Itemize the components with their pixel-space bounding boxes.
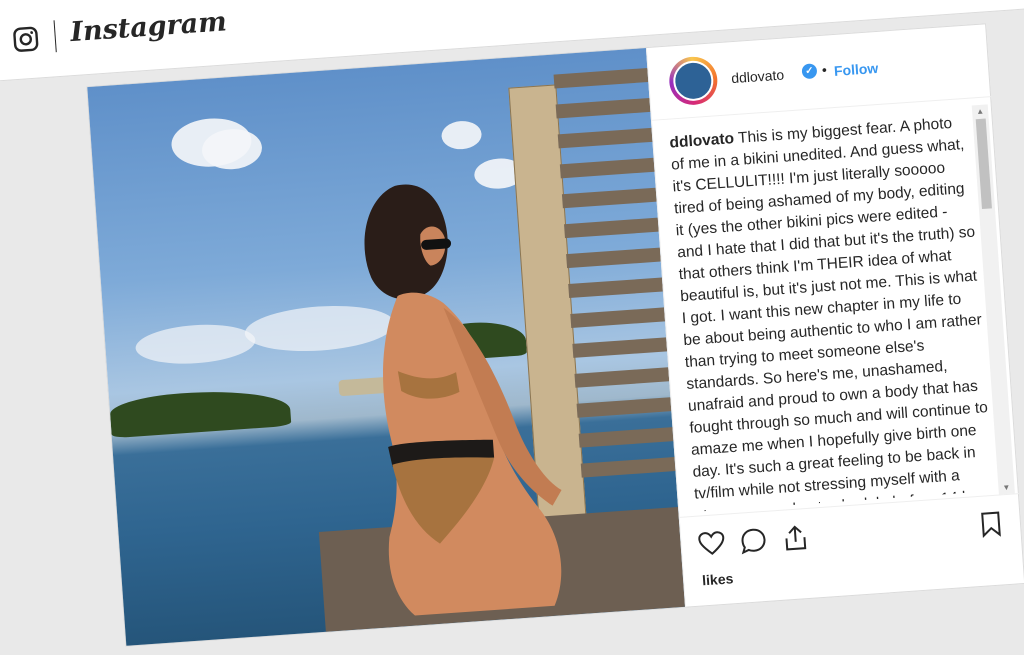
wall-slat bbox=[555, 97, 651, 119]
username-link[interactable]: ddlovato bbox=[731, 67, 785, 87]
logo-divider bbox=[53, 20, 57, 53]
cloud bbox=[134, 321, 257, 368]
share-icon[interactable] bbox=[781, 523, 811, 553]
follow-button[interactable]: Follow bbox=[833, 60, 878, 79]
post-card: ddlovato ✓ • Follow ddlovato This is my … bbox=[86, 23, 1024, 647]
separator-dot: • bbox=[821, 61, 828, 78]
post-photo[interactable] bbox=[87, 48, 685, 646]
browser-viewport: Instagram ddlovato ✓ • Follow ddlovato T… bbox=[0, 0, 1024, 647]
post-sidebar: ddlovato ✓ • Follow ddlovato This is my … bbox=[645, 24, 1024, 608]
scroll-down-arrow-icon[interactable]: ▼ bbox=[1002, 483, 1011, 493]
post-caption: ddlovato This is my biggest fear. A phot… bbox=[669, 112, 995, 512]
verified-badge-icon: ✓ bbox=[801, 63, 818, 80]
island bbox=[109, 385, 292, 439]
heart-icon[interactable] bbox=[697, 529, 727, 559]
person-figure bbox=[364, 184, 562, 616]
comment-icon[interactable] bbox=[739, 526, 769, 556]
instagram-glyph-icon[interactable] bbox=[12, 25, 40, 53]
post-header: ddlovato ✓ • Follow bbox=[646, 24, 992, 121]
post-actions-bar: likes bbox=[679, 493, 1024, 608]
caption-username[interactable]: ddlovato bbox=[669, 130, 735, 151]
likes-count[interactable]: likes bbox=[702, 570, 734, 588]
scroll-thumb[interactable] bbox=[975, 118, 992, 210]
bookmark-icon[interactable] bbox=[976, 509, 1006, 539]
wall-slat bbox=[553, 68, 649, 89]
instagram-wordmark[interactable]: Instagram bbox=[69, 6, 227, 48]
scroll-up-arrow-icon[interactable]: ▲ bbox=[976, 107, 985, 117]
caption-text: This is my biggest fear. A photo of me i… bbox=[670, 114, 994, 512]
